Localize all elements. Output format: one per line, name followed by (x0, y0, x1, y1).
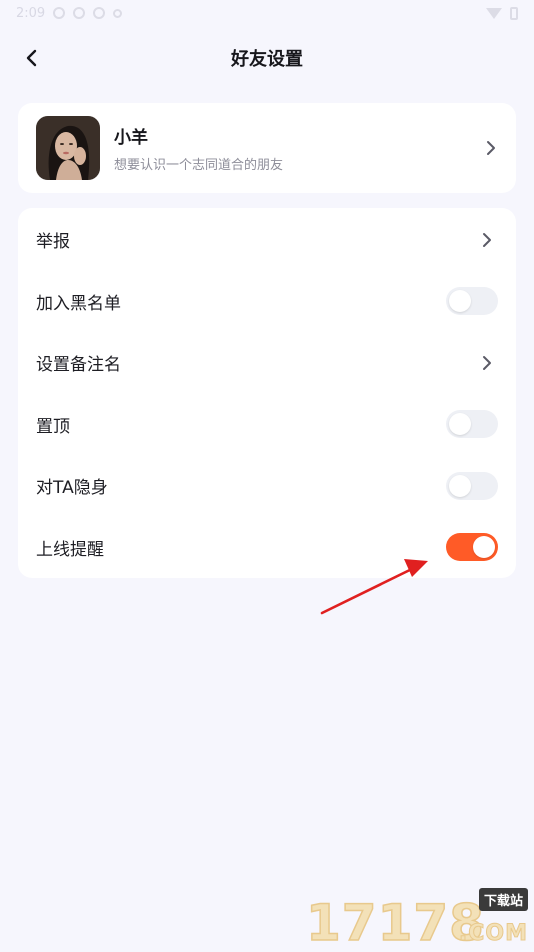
profile-card[interactable]: 小羊 想要认识一个志同道合的朋友 (18, 103, 516, 193)
settings-row-remark[interactable]: 设置备注名 (36, 332, 498, 394)
blacklist-label: 加入黑名单 (36, 293, 121, 314)
back-arrow-icon (26, 49, 37, 67)
avatar (36, 116, 100, 180)
watermark-logo: 17178 下载站 .COM (305, 888, 530, 949)
toggle-knob (449, 290, 471, 313)
status-time: 2:09 (16, 5, 46, 21)
chevron-right-icon (480, 355, 494, 370)
pin-label: 置顶 (36, 416, 70, 437)
status-right (486, 6, 518, 20)
profile-text: 小羊 想要认识一个志同道合的朋友 (114, 123, 283, 173)
battery-icon (510, 6, 518, 20)
report-label: 举报 (36, 232, 70, 253)
online-alert-label: 上线提醒 (36, 539, 104, 560)
toggle-knob (449, 474, 471, 497)
header: 好友设置 (0, 38, 534, 78)
blacklist-toggle[interactable] (446, 287, 498, 316)
pin-toggle[interactable] (446, 410, 498, 439)
chevron-right-icon (484, 141, 498, 155)
settings-row-invisible: 对TA隐身 (36, 455, 498, 517)
settings-card: 举报 加入黑名单 设置备注名 置顶 对TA隐身 上线提醒 (18, 208, 516, 578)
remark-label: 设置备注名 (36, 355, 121, 376)
toggle-knob (449, 413, 471, 436)
online-alert-toggle[interactable] (446, 533, 498, 562)
toggle-knob (473, 536, 495, 559)
page-title: 好友设置 (231, 49, 303, 70)
settings-row-blacklist: 加入黑名单 (36, 271, 498, 333)
watermark-tag: 下载站 (478, 888, 528, 911)
profile-bio: 想要认识一个志同道合的朋友 (114, 158, 284, 173)
avatar-photo (36, 116, 100, 180)
watermark-suffix: .COM (458, 921, 528, 947)
back-button[interactable] (16, 42, 48, 74)
settings-row-online-alert: 上线提醒 (36, 517, 498, 579)
wifi-icon (486, 7, 502, 19)
notification-icon (73, 7, 86, 19)
settings-row-report[interactable]: 举报 (36, 209, 498, 271)
chevron-right-icon (480, 232, 494, 247)
settings-row-pin: 置顶 (36, 394, 498, 456)
status-left: 2:09 (16, 5, 123, 21)
notification-icon (93, 7, 106, 19)
profile-name: 小羊 (114, 128, 148, 148)
notification-icon (113, 8, 123, 18)
invisible-label: 对TA隐身 (36, 478, 108, 499)
status-bar: 2:09 (0, 0, 534, 26)
invisible-toggle[interactable] (446, 471, 498, 500)
notification-icon (53, 7, 66, 19)
